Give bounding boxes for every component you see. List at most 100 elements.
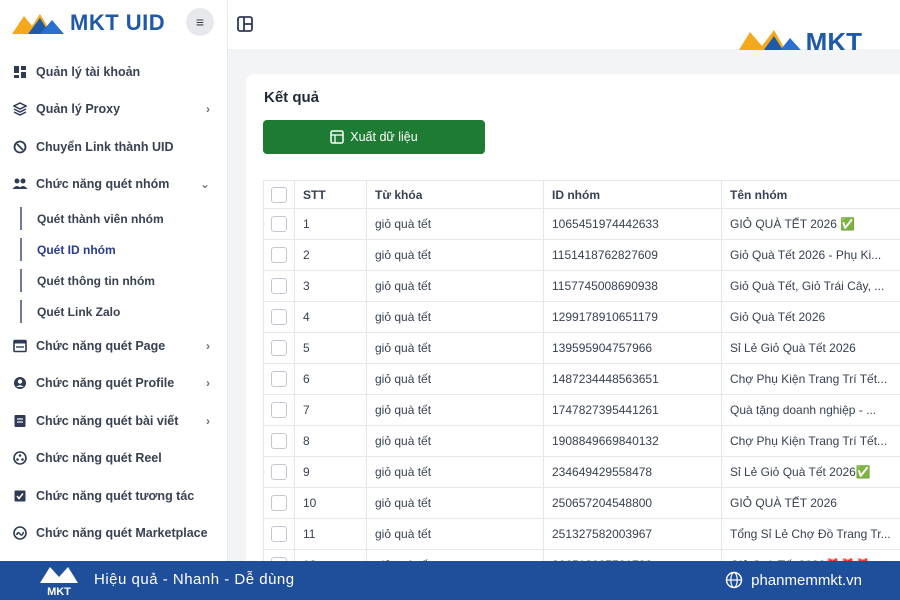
- row-select-cell: [263, 488, 295, 518]
- row-select-cell: [263, 364, 295, 394]
- sidebar-item-accounts[interactable]: Quản lý tài khoản: [0, 53, 228, 91]
- cell-group-name: Giỏ Quà Tết, Giỏ Trái Cây, ...: [722, 271, 900, 301]
- results-table: STT Từ khóa ID nhóm Tên nhóm 1 giỏ quà tế…: [263, 180, 900, 581]
- sidebar-item-label: Chức năng quét Reel: [36, 451, 162, 466]
- table-row[interactable]: 3 giỏ quà tết 1157745008690938 Giỏ Quà Tết,…: [263, 271, 900, 302]
- convert-icon: [12, 139, 28, 155]
- cell-group-id: 250657204548800: [544, 488, 722, 518]
- table-row[interactable]: 4 giỏ quà tết 1299178910651179 Giỏ Quà Tết …: [263, 302, 900, 333]
- subitem-label: Quét ID nhóm: [37, 242, 116, 257]
- row-checkbox[interactable]: [271, 371, 287, 387]
- table-row[interactable]: 11 giỏ quà tết 251327582003967 Tổng Sỉ Lẻ C…: [263, 519, 900, 550]
- row-checkbox[interactable]: [271, 495, 287, 511]
- cell-group-name: Chợ Phụ Kiện Trang Trí Tết...: [722, 364, 900, 394]
- cell-group-id: 1747827395441261: [544, 395, 722, 425]
- row-checkbox[interactable]: [271, 247, 287, 263]
- sidebar-item-marketplace-scan[interactable]: Chức năng quét Marketplace: [0, 515, 228, 553]
- footer-website-text: phanmemmkt.vn: [751, 571, 862, 589]
- column-header-keyword[interactable]: Từ khóa: [367, 181, 544, 208]
- cell-stt: 2: [295, 240, 367, 270]
- table-row[interactable]: 10 giỏ quà tết 250657204548800 GIỎ QUÀ TẾT …: [263, 488, 900, 519]
- cell-stt: 7: [295, 395, 367, 425]
- row-select-cell: [263, 240, 295, 270]
- row-checkbox[interactable]: [271, 309, 287, 325]
- sidebar-item-label: Chức năng quét Marketplace: [36, 526, 208, 541]
- subitem-scan-zalo-link[interactable]: Quét Link Zalo: [0, 296, 228, 327]
- sidebar-item-post-scan[interactable]: Chức năng quét bài viết ›: [0, 402, 228, 440]
- layout-toggle-icon[interactable]: [236, 15, 254, 33]
- row-select-cell: [263, 519, 295, 549]
- sidebar-item-label: Chức năng quét Profile: [36, 376, 175, 391]
- brand-logo[interactable]: MKT UID: [10, 6, 165, 40]
- marketplace-icon: [12, 525, 28, 541]
- globe-icon: [725, 571, 743, 589]
- row-checkbox[interactable]: [271, 433, 287, 449]
- cell-group-id: 1151418762827609: [544, 240, 722, 270]
- table-row[interactable]: 8 giỏ quà tết 1908849669840132 Chợ Phụ Kiện…: [263, 426, 900, 457]
- sidebar-item-profile-scan[interactable]: Chức năng quét Profile ›: [0, 365, 228, 403]
- row-checkbox[interactable]: [271, 216, 287, 232]
- row-checkbox[interactable]: [271, 526, 287, 542]
- cell-keyword: giỏ quà tết: [367, 209, 544, 239]
- row-select-cell: [263, 302, 295, 332]
- sidebar-item-label: Chuyển Link thành UID: [36, 139, 174, 154]
- group-scan-submenu: Quét thành viên nhóm Quét ID nhóm Quét t…: [0, 203, 228, 327]
- table-row[interactable]: 2 giỏ quà tết 1151418762827609 Giỏ Quà Tết …: [263, 240, 900, 271]
- table-row[interactable]: 6 giỏ quà tết 1487234448563651 Chợ Phụ Kiện…: [263, 364, 900, 395]
- sidebar-item-page-scan[interactable]: Chức năng quét Page ›: [0, 327, 228, 365]
- cell-group-name: GIỎ QUÀ TẾT 2026: [722, 488, 900, 518]
- sidebar-item-label: Chức năng quét Page: [36, 338, 166, 353]
- table-body: 1 giỏ quà tết 1065451974442633 GIỎ QUÀ TẾT …: [263, 209, 900, 581]
- brand-name: MKT UID: [70, 10, 166, 35]
- subitem-label: Quét Link Zalo: [37, 304, 121, 319]
- mkt-logo-icon: [12, 14, 64, 34]
- footer-banner: MKT Hiệu quả - Nhanh - Dễ dùng phanmemmk…: [0, 561, 900, 600]
- chevron-right-icon: ›: [206, 338, 210, 353]
- cell-group-name: GIỎ QUÀ TẾT 2026 ✅: [722, 209, 900, 239]
- subitem-scan-group-info[interactable]: Quét thông tin nhóm: [0, 265, 228, 296]
- sidebar-item-proxy[interactable]: Quản lý Proxy ›: [0, 91, 228, 129]
- row-checkbox[interactable]: [271, 402, 287, 418]
- cell-keyword: giỏ quà tết: [367, 333, 544, 363]
- footer-website[interactable]: phanmemmkt.vn: [725, 571, 862, 589]
- select-all-checkbox[interactable]: [271, 186, 287, 203]
- table-row[interactable]: 9 giỏ quà tết 234649429558478 Sỉ Lẻ Giỏ Quà…: [263, 457, 900, 488]
- cell-keyword: giỏ quà tết: [367, 395, 544, 425]
- table-row[interactable]: 1 giỏ quà tết 1065451974442633 GIỎ QUÀ TẾT …: [263, 209, 900, 240]
- cell-keyword: giỏ quà tết: [367, 302, 544, 332]
- sidebar-item-label: Quản lý Proxy: [36, 102, 121, 117]
- cell-group-id: 1299178910651179: [544, 302, 722, 332]
- column-header-group-name[interactable]: Tên nhóm: [722, 181, 900, 208]
- menu-toggle-button[interactable]: ≡: [186, 8, 214, 36]
- cell-stt: 3: [295, 271, 367, 301]
- post-icon: [12, 413, 28, 429]
- row-checkbox[interactable]: [271, 464, 287, 480]
- footer-logo-text: MKT: [47, 586, 71, 598]
- table-row[interactable]: 5 giỏ quà tết 139595904757966 Sỉ Lẻ Giỏ Quà…: [263, 333, 900, 364]
- sidebar-item-label: Chức năng quét bài viết: [36, 413, 179, 428]
- row-select-cell: [263, 333, 295, 363]
- sidebar-item-reel-scan[interactable]: Chức năng quét Reel: [0, 440, 228, 478]
- export-data-button[interactable]: Xuất dữ liệu: [263, 120, 485, 154]
- cell-stt: 9: [295, 457, 367, 487]
- subitem-scan-group-id[interactable]: Quét ID nhóm: [0, 234, 228, 265]
- export-button-label: Xuất dữ liệu: [350, 130, 418, 144]
- sidebar-item-interaction-scan[interactable]: Chức năng quét tương tác: [0, 477, 228, 515]
- sidebar-item-link-to-uid[interactable]: Chuyển Link thành UID: [0, 128, 228, 166]
- sidebar-item-label: Chức năng quét tương tác: [36, 488, 195, 503]
- layers-icon: [12, 101, 28, 117]
- cell-group-name: Quà tặng doanh nghiệp - ...: [722, 395, 900, 425]
- sidebar: MKT UID ≡ Quản lý tài khoản Quản lý Prox…: [0, 0, 228, 561]
- cell-group-name: Sỉ Lẻ Giỏ Quà Tết 2026✅: [722, 457, 900, 487]
- subitem-scan-group-members[interactable]: Quét thành viên nhóm: [0, 203, 228, 234]
- chevron-right-icon: ›: [206, 102, 210, 117]
- sidebar-item-group-scan[interactable]: Chức năng quét nhóm ⌄: [0, 166, 228, 204]
- row-checkbox[interactable]: [271, 340, 287, 356]
- table-row[interactable]: 7 giỏ quà tết 1747827395441261 Quà tặng doa…: [263, 395, 900, 426]
- column-header-stt[interactable]: STT: [295, 181, 367, 208]
- cell-keyword: giỏ quà tết: [367, 488, 544, 518]
- column-header-group-id[interactable]: ID nhóm: [544, 181, 722, 208]
- cell-stt: 6: [295, 364, 367, 394]
- row-checkbox[interactable]: [271, 278, 287, 294]
- cell-keyword: giỏ quà tết: [367, 271, 544, 301]
